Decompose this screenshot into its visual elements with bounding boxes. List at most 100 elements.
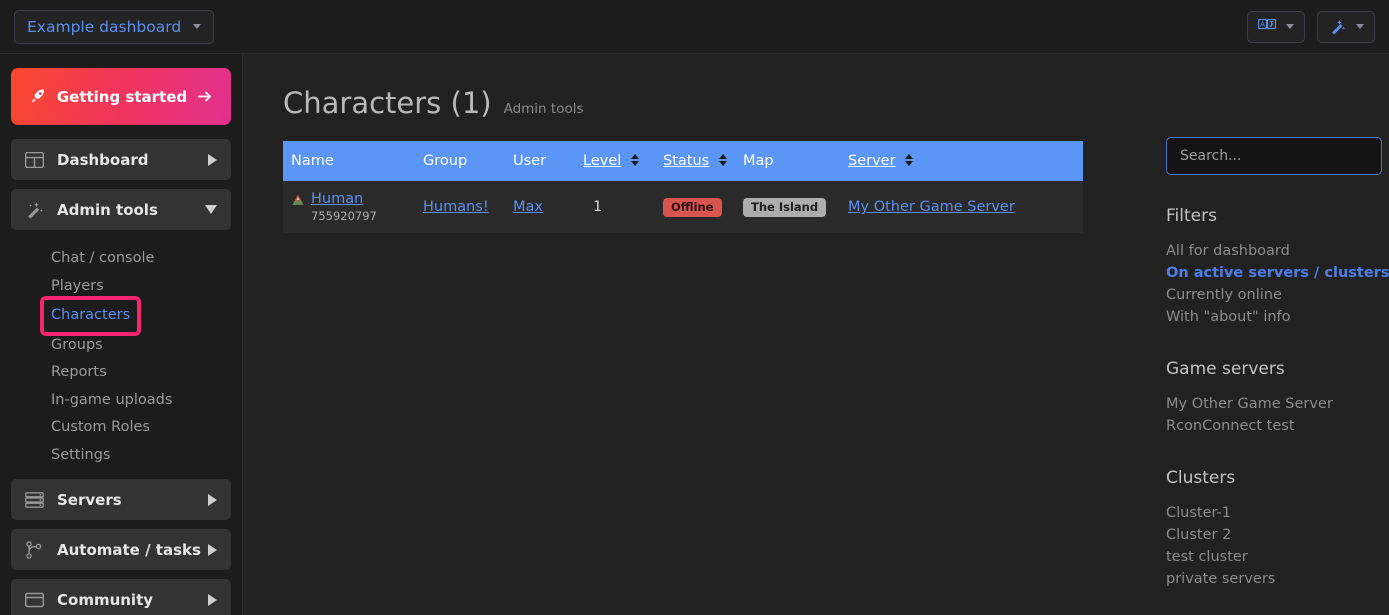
- cell-level: 1: [593, 199, 603, 215]
- sidebar-group-admin-tools[interactable]: Admin tools: [11, 189, 231, 230]
- chevron-down-icon: [205, 205, 217, 214]
- cell-group: Humans!: [415, 181, 505, 233]
- table-header-row: Name Group User Level Status Map Server: [283, 141, 1083, 181]
- status-badge: Offline: [663, 197, 722, 217]
- chevron-down-icon: [1286, 24, 1294, 29]
- cluster-item-cluster-2[interactable]: Cluster 2: [1166, 524, 1358, 546]
- filter-item-currently-online[interactable]: Currently online: [1166, 284, 1358, 306]
- column-header-server-label: Server: [848, 153, 896, 169]
- column-header-level[interactable]: Level: [575, 141, 655, 181]
- svg-text:A: A: [1260, 20, 1265, 28]
- top-bar: Example dashboard A: [0, 0, 1389, 54]
- cell-map: The Island: [735, 181, 840, 233]
- grid-icon: [25, 151, 47, 168]
- column-header-level-label: Level: [583, 153, 622, 169]
- sidebar-group-admin-tools-label: Admin tools: [57, 200, 158, 219]
- filter-item-on-active-servers-clusters[interactable]: On active servers / clusters: [1166, 262, 1389, 284]
- magic-wand-icon: [1332, 19, 1346, 34]
- arrow-right-icon: [198, 91, 212, 102]
- column-header-user[interactable]: User: [505, 141, 575, 181]
- column-header-name[interactable]: Name: [283, 141, 415, 181]
- sidebar-item-characters-label: Characters: [51, 307, 131, 323]
- sidebar-group-dashboard-label: Dashboard: [57, 150, 149, 169]
- column-header-status[interactable]: Status: [655, 141, 735, 181]
- sidebar-group-automate-tasks-label: Automate / tasks: [57, 540, 201, 559]
- filters-heading: Filters: [1166, 206, 1217, 226]
- dashboard-selector-label: Example dashboard: [27, 17, 182, 36]
- column-header-group-label: Group: [423, 153, 468, 169]
- sort-icon: [905, 154, 914, 166]
- chevron-right-icon: [208, 593, 217, 606]
- right-panel: Filters All for dashboard On active serv…: [1135, 54, 1389, 615]
- sidebar-group-automate-tasks[interactable]: Automate / tasks: [11, 529, 231, 570]
- sidebar: Getting started Dashboard Admin tools Ch…: [0, 54, 243, 615]
- server-rack-icon: [25, 491, 47, 508]
- filter-item-with-about-info[interactable]: With "about" info: [1166, 306, 1358, 328]
- ark-game-icon: [292, 194, 304, 205]
- page-title: Characters (1): [283, 86, 492, 120]
- server-link[interactable]: My Other Game Server: [848, 199, 1015, 215]
- characters-highlight-box: Characters: [39, 296, 142, 336]
- clusters-heading: Clusters: [1166, 468, 1236, 488]
- table-row[interactable]: Human 755920797 Humans! Max 1 Offline Th…: [283, 181, 1083, 233]
- column-header-name-label: Name: [291, 153, 334, 169]
- cell-name: Human 755920797: [283, 181, 415, 233]
- table-body: Human 755920797 Humans! Max 1 Offline Th…: [283, 181, 1083, 233]
- page-subtitle: Admin tools: [503, 101, 584, 117]
- sort-icon: [718, 154, 727, 166]
- filter-item-all-for-dashboard[interactable]: All for dashboard: [1166, 240, 1358, 262]
- cell-status: Offline: [655, 181, 735, 233]
- window-icon: [25, 592, 47, 608]
- sidebar-item-chat-console[interactable]: Chat / console: [51, 245, 231, 273]
- user-link[interactable]: Max: [513, 199, 543, 215]
- cell-user: Max: [505, 181, 575, 233]
- cell-server: My Other Game Server: [840, 181, 1083, 233]
- cluster-item-private-servers[interactable]: private servers: [1166, 568, 1358, 590]
- sidebar-item-settings[interactable]: Settings: [51, 442, 231, 470]
- sidebar-item-groups[interactable]: Groups: [51, 332, 231, 360]
- sidebar-group-community[interactable]: Community: [11, 579, 231, 615]
- translate-icon: A: [1258, 18, 1276, 29]
- characters-table: Name Group User Level Status Map Server …: [283, 141, 1083, 233]
- admin-tools-submenu: Chat / console Players Characters Groups…: [11, 239, 231, 479]
- sidebar-group-servers-label: Servers: [57, 490, 122, 509]
- column-header-status-label: Status: [663, 153, 710, 169]
- sidebar-item-in-game-uploads[interactable]: In-game uploads: [51, 387, 231, 415]
- column-header-map[interactable]: Map: [735, 141, 840, 181]
- magic-wand-icon: [25, 201, 47, 219]
- sidebar-item-custom-roles[interactable]: Custom Roles: [51, 414, 231, 442]
- sidebar-group-community-label: Community: [57, 590, 154, 609]
- sidebar-item-reports[interactable]: Reports: [51, 359, 231, 387]
- chevron-right-icon: [208, 153, 217, 166]
- character-id: 755920797: [311, 209, 377, 223]
- wand-button[interactable]: [1317, 10, 1375, 43]
- cluster-item-cluster-1[interactable]: Cluster-1: [1166, 502, 1358, 524]
- chevron-right-icon: [208, 493, 217, 506]
- sidebar-item-players[interactable]: Players: [51, 273, 231, 301]
- rocket-icon: [31, 89, 45, 103]
- group-link[interactable]: Humans!: [423, 199, 489, 215]
- table-header: Name Group User Level Status Map Server: [283, 141, 1083, 181]
- git-branch-icon: [25, 540, 47, 559]
- top-bar-actions: A: [1247, 10, 1375, 43]
- map-badge: The Island: [743, 197, 827, 217]
- getting-started-label: Getting started: [56, 87, 188, 106]
- getting-started-button[interactable]: Getting started: [11, 68, 231, 125]
- cluster-item-test-cluster[interactable]: test cluster: [1166, 546, 1358, 568]
- chevron-down-icon: [1356, 24, 1364, 29]
- sort-icon: [630, 154, 639, 166]
- game-server-item-my-other-game-server[interactable]: My Other Game Server: [1166, 393, 1358, 415]
- dashboard-selector[interactable]: Example dashboard: [14, 9, 215, 44]
- column-header-server[interactable]: Server: [840, 141, 1083, 181]
- sidebar-item-characters[interactable]: Characters: [39, 296, 231, 336]
- sidebar-group-servers[interactable]: Servers: [11, 479, 231, 520]
- chevron-down-icon: [193, 24, 202, 29]
- game-server-item-rconconnect-test[interactable]: RconConnect test: [1166, 415, 1358, 437]
- translate-button[interactable]: A: [1247, 10, 1305, 43]
- column-header-map-label: Map: [743, 153, 774, 169]
- character-name-link[interactable]: Human: [311, 191, 377, 207]
- column-header-group[interactable]: Group: [415, 141, 505, 181]
- sidebar-group-dashboard[interactable]: Dashboard: [11, 139, 231, 180]
- column-header-user-label: User: [513, 153, 547, 169]
- search-input[interactable]: [1166, 137, 1382, 175]
